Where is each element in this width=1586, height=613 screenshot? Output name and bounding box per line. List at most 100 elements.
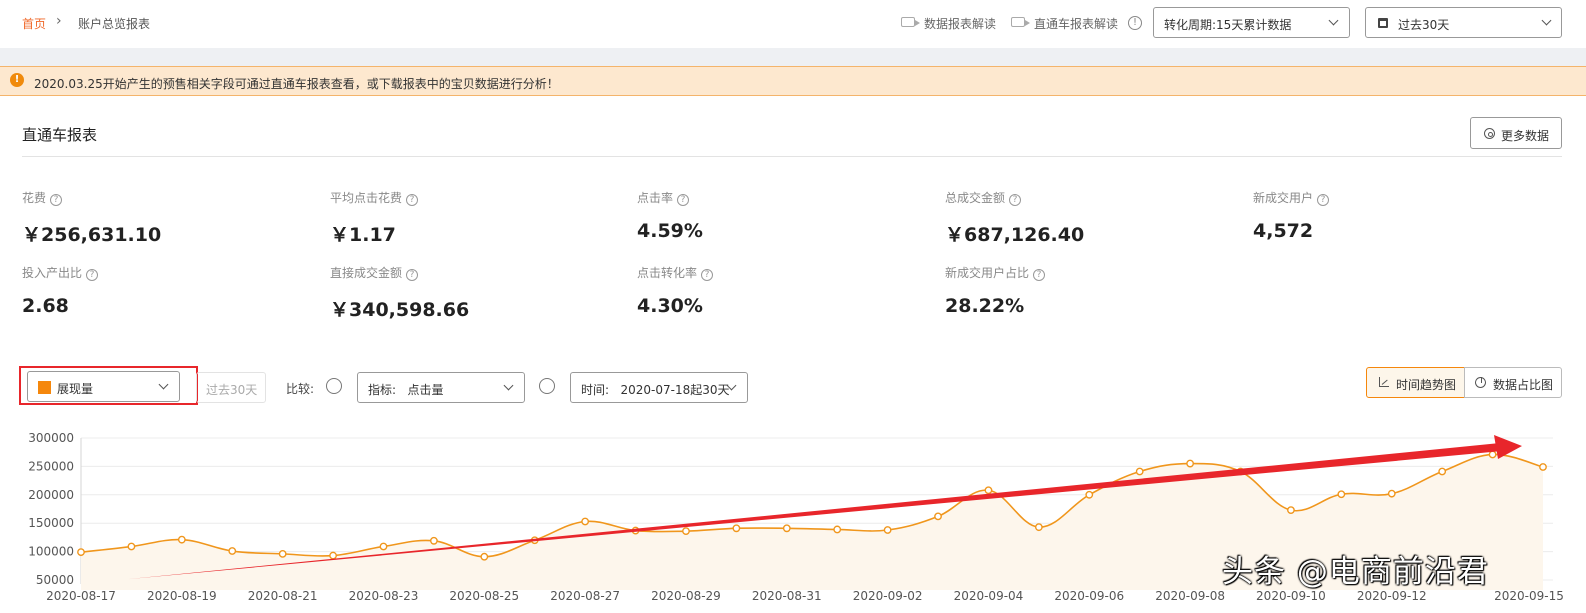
tab-data-share[interactable]: 数据占比图 <box>1464 367 1562 398</box>
header-divider-band <box>0 48 1586 66</box>
help-icon[interactable]: ? <box>677 194 690 206</box>
help-icon[interactable]: ? <box>1033 269 1046 281</box>
metric-ctr: 点击率? 4.59% <box>637 189 937 242</box>
metric-new-buyer-share: 新成交用户占比? 28.22% <box>945 264 1245 317</box>
x-tick-label: 2020-09-08 <box>1155 589 1225 603</box>
help-icon[interactable]: ? <box>1009 194 1022 206</box>
data-point[interactable] <box>782 524 791 533</box>
data-point[interactable] <box>1387 489 1396 498</box>
metric-click-conversion: 点击转化率? 4.30% <box>637 264 937 317</box>
x-tick-label: 2020-09-06 <box>1054 589 1124 603</box>
section-title: 直通车报表 <box>22 126 98 144</box>
x-tick-label: 2020-09-15 <box>1494 589 1564 603</box>
y-tick-label: 200000 <box>28 488 74 502</box>
y-tick-label: 100000 <box>28 545 74 559</box>
more-data-button[interactable]: 更多数据 <box>1470 117 1562 149</box>
data-point[interactable] <box>1135 467 1144 476</box>
section-divider <box>22 156 1562 157</box>
data-point[interactable] <box>732 524 741 533</box>
metric-label: 新成交用户 <box>1253 191 1314 205</box>
metric-label: 新成交用户占比 <box>945 266 1030 280</box>
y-tick-label: 50000 <box>36 573 74 587</box>
video-icon <box>901 17 920 27</box>
data-report-guide-link[interactable]: 数据报表解读 <box>924 15 996 32</box>
metric-label: 花费 <box>22 191 47 205</box>
compare-label: 比较: <box>286 382 315 396</box>
conversion-period-select[interactable]: 转化周期:15天累计数据 <box>1153 7 1350 38</box>
tab-time-trend-label: 时间趋势图 <box>1396 378 1457 392</box>
indicator-select[interactable]: 指标: 点击量 <box>357 372 525 403</box>
metric-value: ￥256,631.10 <box>22 224 162 246</box>
x-tick-label: 2020-09-04 <box>954 589 1024 603</box>
data-point[interactable] <box>934 512 942 521</box>
notice-text: 2020.03.25开始产生的预售相关字段可通过直通车报表查看，或下载报表中的宝… <box>34 77 559 91</box>
metric-label: 直接成交金额 <box>330 266 403 280</box>
metric-direct-gmv: 直接成交金额? ￥340,598.66 <box>330 264 630 322</box>
data-point[interactable] <box>1539 463 1547 471</box>
x-tick-label: 2020-08-23 <box>349 589 419 603</box>
data-point[interactable] <box>1438 467 1447 476</box>
date-range-value: 过去30天 <box>1398 18 1450 32</box>
breadcrumb-current: 账户总览报表 <box>78 17 151 31</box>
data-point[interactable] <box>177 535 186 544</box>
x-tick-label: 2020-09-02 <box>853 589 923 603</box>
data-point[interactable] <box>682 527 690 536</box>
breadcrumb-home[interactable]: 首页 <box>22 15 46 32</box>
data-point[interactable] <box>127 542 136 551</box>
data-point[interactable] <box>228 547 237 555</box>
help-icon[interactable]: ? <box>50 194 63 206</box>
data-point[interactable] <box>379 542 388 551</box>
help-icon[interactable]: ? <box>406 269 419 281</box>
data-point[interactable] <box>480 552 489 561</box>
time-select[interactable]: 时间: 2020-07-18起30天 <box>570 372 748 403</box>
metric-avg-click-cost: 平均点击花费? ￥1.17 <box>330 189 630 247</box>
chevron-right-icon: › <box>56 13 62 29</box>
chevron-down-icon <box>1328 15 1339 26</box>
compare-time-radio[interactable] <box>539 378 555 394</box>
ztc-report-guide-link[interactable]: 直通车报表解读 <box>1034 15 1118 32</box>
data-point[interactable] <box>1034 523 1043 532</box>
x-tick-label: 2020-09-12 <box>1357 589 1427 603</box>
compare-indicator-radio[interactable] <box>326 378 342 394</box>
metric-value: ￥1.17 <box>330 224 396 246</box>
data-point[interactable] <box>278 549 287 558</box>
help-icon[interactable]: ? <box>406 194 419 206</box>
help-icon[interactable]: ? <box>86 269 99 281</box>
metric-cost: 花费? ￥256,631.10 <box>22 189 322 247</box>
data-point[interactable] <box>984 486 993 495</box>
data-point[interactable] <box>581 517 590 526</box>
notice-banner: ! 2020.03.25开始产生的预售相关字段可通过直通车报表查看，或下载报表中… <box>0 66 1586 96</box>
x-tick-label: 2020-08-31 <box>752 589 822 603</box>
data-point[interactable] <box>329 551 337 560</box>
metric-value: 28.22% <box>945 295 1025 317</box>
top-bar: 首页 › 账户总览报表 数据报表解读 直通车报表解读 ! 转化周期:15天累计数… <box>0 0 1586 48</box>
x-tick-label: 2020-09-10 <box>1256 589 1326 603</box>
watermark-text: 头条 @电商前沿君 <box>1222 554 1489 590</box>
data-point[interactable] <box>1337 490 1346 499</box>
data-point[interactable] <box>1186 459 1195 468</box>
data-point[interactable] <box>77 548 85 557</box>
x-tick-label: 2020-08-21 <box>248 589 318 603</box>
line-chart-icon <box>1379 377 1389 387</box>
data-point[interactable] <box>883 526 892 534</box>
metric-value: 4.30% <box>637 295 703 317</box>
video-icon <box>1011 17 1030 27</box>
tab-time-trend[interactable]: 时间趋势图 <box>1366 367 1465 398</box>
info-icon[interactable]: ! <box>1128 16 1142 30</box>
date-range-select[interactable]: 过去30天 <box>1365 7 1562 38</box>
data-point[interactable] <box>833 525 842 534</box>
gear-icon <box>1484 128 1495 139</box>
chevron-down-icon <box>1541 15 1552 26</box>
data-point[interactable] <box>1488 450 1497 459</box>
metric-value: 4.59% <box>637 220 703 242</box>
metric-label: 总成交金额 <box>945 191 1006 205</box>
help-icon[interactable]: ? <box>1317 194 1330 206</box>
metric-total-gmv: 总成交金额? ￥687,126.40 <box>945 189 1245 247</box>
data-point[interactable] <box>1287 506 1295 515</box>
metric-value: 2.68 <box>22 295 69 317</box>
data-point[interactable] <box>1085 490 1094 499</box>
period-disabled-value: 过去30天 <box>206 383 258 397</box>
help-icon[interactable]: ? <box>701 269 714 281</box>
conversion-period-value: 转化周期:15天累计数据 <box>1164 18 1292 32</box>
data-point[interactable] <box>429 536 438 545</box>
